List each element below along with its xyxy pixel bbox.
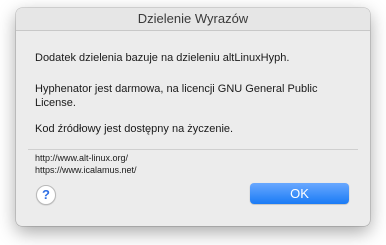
paragraph-hyphenation-source: Dodatek dzielenia bazuje na dzieleniu al…	[35, 52, 290, 64]
dialog-title: Dzielenie Wyrazów	[16, 8, 370, 31]
help-button[interactable]: ?	[36, 185, 56, 205]
divider	[28, 149, 358, 150]
help-icon: ?	[42, 187, 50, 202]
ok-button[interactable]: OK	[250, 183, 349, 204]
link-icalamus[interactable]: https://www.icalamus.net/	[35, 165, 137, 176]
link-alt-linux[interactable]: http://www.alt-linux.org/	[35, 153, 128, 164]
about-dialog: Dzielenie Wyrazów Dodatek dzielenia bazu…	[16, 8, 370, 226]
paragraph-source-code: Kod źródłowy jest dostępny na życzenie.	[35, 123, 234, 135]
paragraph-license: Hyphenator jest darmowa, na licencji GNU…	[35, 83, 318, 109]
